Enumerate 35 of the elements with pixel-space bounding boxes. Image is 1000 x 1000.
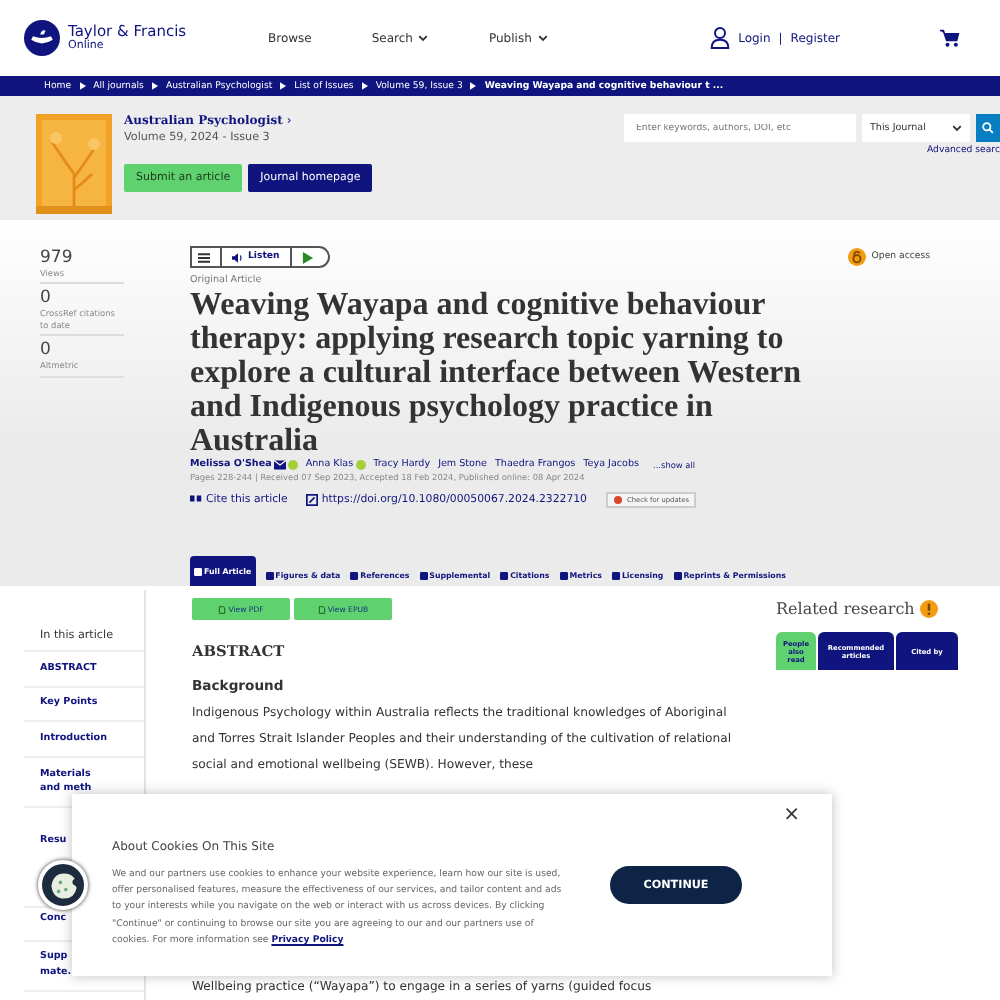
- speaker-icon: [232, 251, 244, 263]
- triangle-icon: [79, 82, 86, 90]
- tab-icon: [500, 571, 509, 579]
- tab-icon: [559, 571, 568, 579]
- metric-value: 0: [40, 340, 53, 361]
- search-button[interactable]: [976, 114, 1000, 142]
- cookie-icon: [45, 867, 81, 903]
- tab-icon: [194, 567, 202, 575]
- cookie-settings-button[interactable]: [38, 860, 88, 910]
- link-icon: [305, 494, 318, 506]
- triangle-icon: [280, 82, 287, 90]
- article-title: Weaving Wayapa and cognitive behaviour therapy: applying research topic yarning to explore a cultural interface between Western and Indigenous psychology practice in Australia: [190, 288, 804, 458]
- tab-icon: [419, 571, 428, 579]
- logo-icon: [24, 20, 60, 56]
- quote-icon: [190, 494, 202, 506]
- related-research-heading: Related research: [776, 600, 915, 618]
- cart-icon[interactable]: [940, 28, 960, 48]
- metric-value: 0: [40, 288, 53, 309]
- tab-icon: [350, 571, 359, 579]
- chevron-icon: [952, 124, 962, 132]
- search-icon: [982, 122, 994, 134]
- update-icon: [613, 496, 621, 504]
- close-button[interactable]: ×: [783, 806, 800, 826]
- metric-value: 979: [40, 248, 75, 268]
- triangle-icon: [361, 82, 368, 90]
- tab-icon: [611, 571, 620, 579]
- info-icon: [920, 600, 939, 618]
- user-icon: [710, 26, 731, 50]
- tab-icon: [265, 571, 274, 579]
- tab-icon: [673, 571, 682, 579]
- document-icon: [218, 605, 227, 613]
- triangle-icon: [470, 82, 477, 90]
- triangle-icon: [151, 82, 158, 90]
- open-access-icon: [847, 248, 866, 266]
- document-icon: [317, 605, 326, 613]
